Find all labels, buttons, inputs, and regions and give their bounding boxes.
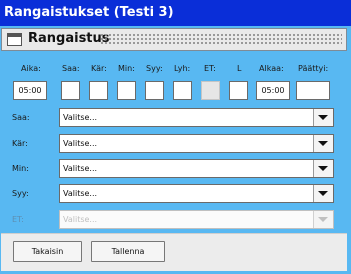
min-input[interactable]: [117, 81, 136, 100]
row-label-min: Min:: [12, 164, 29, 173]
saa-select[interactable]: Valitse...: [59, 108, 334, 127]
kar-dropdown-button[interactable]: [313, 135, 333, 152]
label-paattyi: Päättyi:: [298, 64, 329, 73]
label-kar: Kär:: [91, 64, 107, 73]
syy-input[interactable]: [145, 81, 164, 100]
end-input[interactable]: [296, 81, 330, 100]
syy-dropdown-button[interactable]: [313, 185, 333, 202]
header-grip: [100, 33, 342, 46]
min-select-value: Valitse...: [63, 164, 98, 173]
label-min: Min:: [118, 64, 135, 73]
chevron-down-icon: [318, 141, 328, 146]
et-select: Valitse...: [59, 210, 334, 229]
saa-input[interactable]: [61, 81, 80, 100]
kar-select-value: Valitse...: [63, 139, 98, 148]
window-icon: [7, 33, 22, 46]
label-et: ET:: [204, 64, 216, 73]
row-label-syy: Syy:: [12, 189, 29, 198]
start-input[interactable]: 05:00: [256, 81, 290, 100]
et-select-value: Valitse...: [63, 215, 98, 224]
label-alkaa: Alkaa:: [259, 64, 284, 73]
row-label-et: ET:: [12, 215, 24, 224]
chevron-down-icon: [318, 191, 328, 196]
min-select[interactable]: Valitse...: [59, 159, 334, 178]
label-aika: Aika:: [21, 64, 41, 73]
back-button[interactable]: Takaisin: [13, 241, 82, 262]
kar-select[interactable]: Valitse...: [59, 134, 334, 153]
lyh-input[interactable]: [173, 81, 192, 100]
saa-select-value: Valitse...: [63, 113, 98, 122]
save-button[interactable]: Tallenna: [91, 241, 165, 262]
label-l: L: [237, 64, 242, 73]
et-input: [201, 81, 220, 100]
row-label-saa: Saa:: [12, 113, 30, 122]
time-input[interactable]: 05:00: [13, 81, 47, 100]
min-dropdown-button[interactable]: [313, 160, 333, 177]
label-lyh: Lyh:: [174, 64, 191, 73]
syy-select[interactable]: Valitse...: [59, 184, 334, 203]
saa-dropdown-button[interactable]: [313, 109, 333, 126]
chevron-down-icon: [318, 115, 328, 120]
section-header: Rangaistus: [1, 28, 347, 51]
syy-select-value: Valitse...: [63, 189, 98, 198]
chevron-down-icon: [318, 166, 328, 171]
l-input[interactable]: [229, 81, 248, 100]
et-dropdown-button: [313, 211, 333, 228]
window-title: Rangaistukset (Testi 3): [0, 0, 351, 26]
section-title: Rangaistus: [28, 31, 110, 46]
label-syy: Syy:: [146, 64, 163, 73]
penalty-window: Rangaistukset (Testi 3) Rangaistus Aika:…: [0, 0, 351, 274]
label-saa: Saa:: [62, 64, 80, 73]
kar-input[interactable]: [89, 81, 108, 100]
row-label-kar: Kär:: [12, 139, 28, 148]
chevron-down-icon: [318, 217, 328, 222]
